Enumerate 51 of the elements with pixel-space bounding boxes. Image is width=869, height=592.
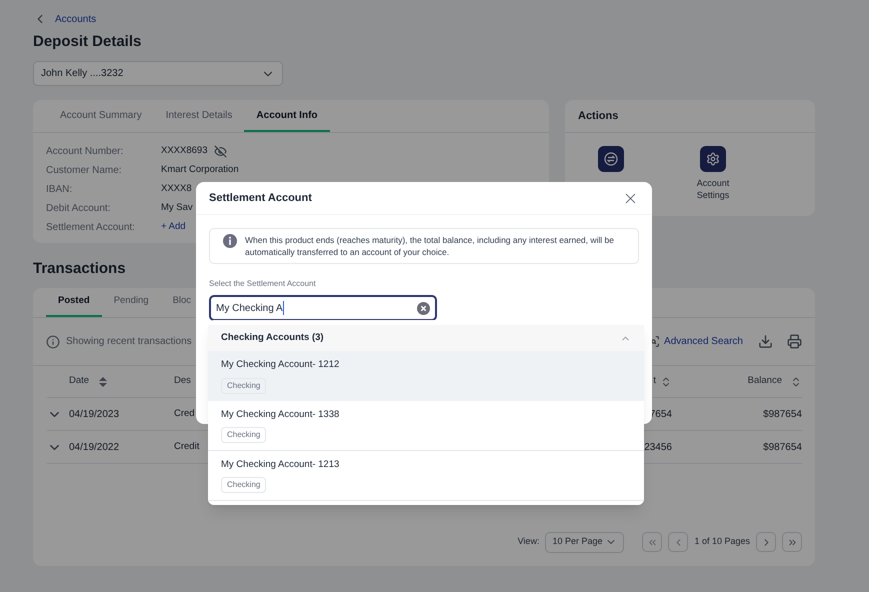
field-label: Debit Account: — [46, 202, 112, 216]
tab[interactable]: Bloc — [160, 288, 204, 317]
account-type-tag: Checking — [221, 378, 266, 394]
field-label: Settlement Account: — [46, 220, 136, 234]
card-title: Actions — [578, 108, 618, 124]
column-header: Des — [174, 374, 191, 388]
option-name: My Checking Account- 1213 — [221, 458, 340, 472]
field-value: XXXX8693 — [161, 144, 208, 158]
table-cell-text: 04/19/2023 — [69, 408, 120, 422]
field-value: Kmart Corporation — [161, 162, 239, 177]
tab[interactable]: Pending — [102, 288, 161, 317]
table-cell-text: Cred — [174, 406, 195, 421]
per-page-select[interactable]: 10 Per Page — [545, 532, 624, 552]
column-header: Balance — [748, 374, 782, 388]
page-title: Deposit Details — [33, 32, 142, 52]
table-cell-text: Credit — [174, 440, 200, 454]
view-label: View: — [518, 535, 540, 548]
table-cell-text: $987654 — [763, 408, 802, 422]
option-name: My Checking Account- 1338 — [221, 408, 340, 422]
add-account-link[interactable]: + Add — [161, 220, 186, 234]
option-name: My Checking Account- 1212 — [221, 358, 340, 372]
group-header[interactable]: Checking Accounts (3) — [208, 325, 644, 351]
account-select[interactable]: John Kelly ....3232 — [33, 61, 283, 86]
field-label: Customer Name: — [46, 164, 123, 178]
dropdown-option[interactable]: My Checking Account- 1213 Checking — [208, 451, 644, 501]
field-value: XXXX8 — [161, 182, 192, 196]
info-message: When this product ends (reaches maturity), the total balance, including any interest earned, will be automatically transferred to an account of your choice. — [245, 234, 616, 258]
info-text: Showing recent transactions — [66, 335, 192, 349]
field-label: IBAN: — [46, 182, 74, 196]
tab[interactable]: Posted — [46, 288, 102, 317]
column-header: Date — [69, 374, 90, 388]
action-label: Account Settings — [696, 177, 730, 201]
field-value: My Sav — [161, 200, 193, 215]
field-label: Select the Settlement Account — [209, 278, 317, 290]
search-value: My Checking A — [216, 302, 283, 316]
account-type-tag: Checking — [221, 427, 266, 444]
section-title: Transactions — [33, 259, 127, 279]
table-cell-text: 23456 — [644, 440, 672, 454]
field-label: Account Number: — [46, 144, 124, 158]
table-cell-text: $987654 — [763, 440, 802, 454]
dropdown-option[interactable]: My Checking Account- 1338 Checking — [208, 401, 644, 451]
account-type-tag: Checking — [221, 477, 266, 494]
tab[interactable]: Account Info — [244, 100, 330, 132]
table-cell-text: 04/19/2022 — [69, 440, 120, 454]
breadcrumb-link[interactable]: Accounts — [55, 12, 96, 26]
tab[interactable]: Account Summary — [48, 100, 154, 132]
page-info: 1 of 10 Pages — [694, 535, 750, 548]
dropdown-option[interactable]: My Checking Account- 1212 Checking — [208, 351, 644, 401]
column-header: t — [653, 374, 656, 388]
tab[interactable]: Interest Details — [154, 100, 244, 132]
modal-title: Settlement Account — [209, 190, 312, 206]
